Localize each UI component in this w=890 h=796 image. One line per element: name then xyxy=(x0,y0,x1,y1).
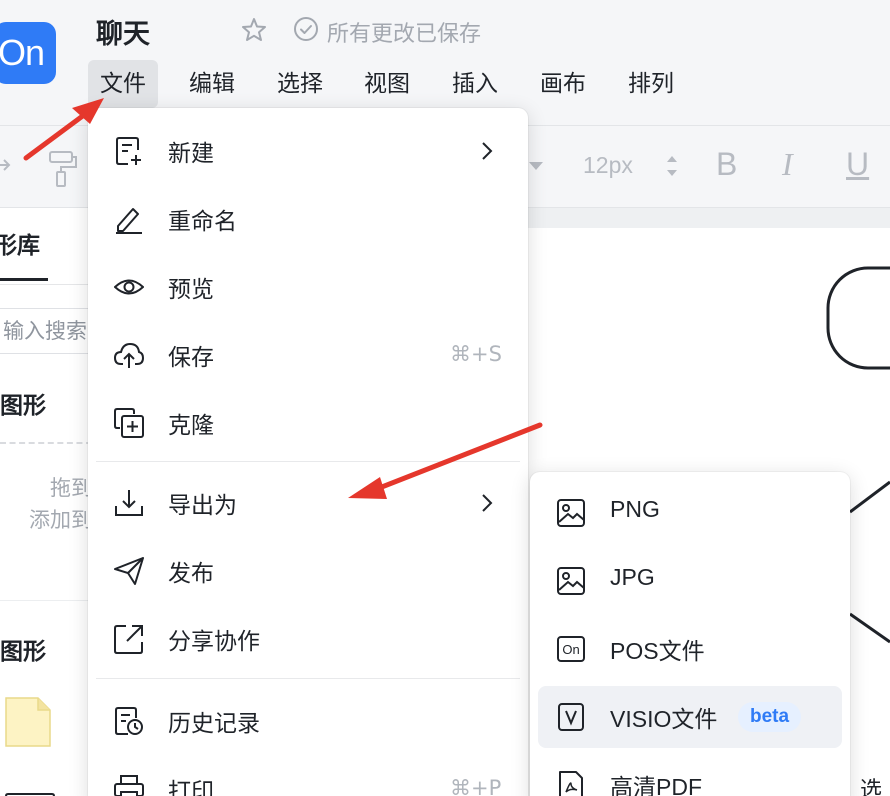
image-icon xyxy=(557,499,585,527)
font-size-stepper-icon[interactable] xyxy=(664,148,680,184)
menu-item-print[interactable]: 打印 ⌘+P xyxy=(88,758,528,796)
export-item-label: POS文件 xyxy=(610,638,705,664)
menu-item-label: 预览 xyxy=(168,277,214,303)
export-item-label: JPG xyxy=(610,564,655,590)
section-title-shapes-2[interactable]: 图形 xyxy=(0,632,46,666)
menu-item-label: 历史记录 xyxy=(168,711,260,737)
menu-tab-insert[interactable]: 插入 xyxy=(440,60,510,108)
menu-item-label: 新建 xyxy=(168,141,214,167)
menu-item-label: 分享协作 xyxy=(168,629,260,655)
divider xyxy=(0,284,92,285)
menu-item-preview[interactable]: 预览 xyxy=(88,256,528,316)
menu-item-save[interactable]: 保存 ⌘+S xyxy=(88,324,528,384)
menu-item-label: 发布 xyxy=(168,561,214,587)
tab-shape-library[interactable]: 形库 xyxy=(0,226,40,260)
star-icon[interactable] xyxy=(240,16,268,44)
send-icon xyxy=(114,557,144,585)
document-shape-icon[interactable] xyxy=(4,696,52,748)
visio-file-icon xyxy=(558,703,584,731)
shortcut-hint: ⌘+S xyxy=(450,342,502,366)
cloud-upload-icon xyxy=(114,342,144,368)
chevron-down-icon[interactable] xyxy=(528,160,544,172)
drop-hint-line2: 添加到 xyxy=(29,508,92,532)
italic-button[interactable]: I xyxy=(782,146,793,183)
shape-library-panel: 形库 输入搜索 图形 拖到 添加到 图形 xyxy=(0,208,100,796)
shape-search-input[interactable]: 输入搜索 xyxy=(0,308,100,354)
document-title[interactable]: 聊天 xyxy=(96,12,150,51)
menu-tab-view[interactable]: 视图 xyxy=(352,60,422,108)
bold-button[interactable]: B xyxy=(716,146,737,183)
export-item-pdf[interactable]: 高清PDF xyxy=(538,754,842,796)
printer-icon xyxy=(114,775,144,796)
menu-item-publish[interactable]: 发布 xyxy=(88,540,528,600)
menu-item-rename[interactable]: 重命名 xyxy=(88,188,528,248)
eye-icon xyxy=(114,279,144,295)
new-file-icon xyxy=(116,137,141,165)
pos-file-icon: On xyxy=(557,636,585,662)
shape-thumbnail[interactable] xyxy=(4,792,56,796)
chevron-right-icon xyxy=(482,142,493,160)
app-logo[interactable]: On xyxy=(0,22,56,84)
menu-item-new[interactable]: 新建 xyxy=(88,120,528,180)
export-item-jpg[interactable]: JPG xyxy=(538,550,842,612)
export-item-pos[interactable]: On POS文件 xyxy=(538,618,842,680)
export-submenu: PNG JPG On POS文件 VISIO文件 beta 高清PDF xyxy=(530,472,850,796)
drop-hint-line1: 拖到 xyxy=(50,476,92,500)
menu-item-label: 保存 xyxy=(168,345,214,371)
section-title-shapes[interactable]: 图形 xyxy=(0,386,46,420)
export-item-label: PNG xyxy=(610,496,660,522)
svg-text:On: On xyxy=(562,642,579,657)
share-icon xyxy=(114,625,143,654)
shortcut-hint: ⌘+P xyxy=(450,776,502,796)
export-item-label: 高清PDF xyxy=(610,774,702,796)
menu-item-label: 导出为 xyxy=(168,493,237,519)
dashed-divider xyxy=(0,442,92,444)
menu-item-label: 打印 xyxy=(168,779,214,796)
history-icon xyxy=(115,707,143,735)
menu-divider xyxy=(96,678,520,679)
format-painter-icon[interactable] xyxy=(46,148,80,188)
menu-tab-edit[interactable]: 编辑 xyxy=(177,60,247,108)
font-size-value[interactable]: 12px xyxy=(583,152,633,179)
export-item-label: VISIO文件 xyxy=(610,706,718,732)
clone-icon xyxy=(114,408,144,438)
file-menu-dropdown: 新建 重命名 预览 保存 ⌘+S 克隆 导出为 发布 分享协作 历史记录 打印 … xyxy=(88,108,528,796)
menu-tab-arrange[interactable]: 排列 xyxy=(616,60,686,108)
check-circle-icon xyxy=(294,17,318,41)
pdf-icon xyxy=(559,771,583,796)
divider xyxy=(0,600,92,601)
redo-icon[interactable] xyxy=(0,150,14,180)
active-tab-indicator xyxy=(0,278,48,281)
save-status: 所有更改已保存 xyxy=(327,22,482,47)
pencil-icon xyxy=(116,208,142,234)
menu-item-label: 重命名 xyxy=(168,209,237,235)
canvas-label-bottom[interactable]: 选 xyxy=(860,772,882,796)
drop-hint: 拖到 添加到 xyxy=(18,472,92,536)
underline-button[interactable]: U xyxy=(846,146,869,183)
chevron-right-icon xyxy=(482,494,493,512)
image-icon xyxy=(557,567,585,595)
download-icon xyxy=(115,490,143,516)
menu-item-label: 克隆 xyxy=(168,413,214,439)
menu-item-share[interactable]: 分享协作 xyxy=(88,608,528,668)
menu-tab-file[interactable]: 文件 xyxy=(88,60,158,108)
menu-item-history[interactable]: 历史记录 xyxy=(88,690,528,750)
menu-tab-select[interactable]: 选择 xyxy=(265,60,335,108)
menu-tab-canvas[interactable]: 画布 xyxy=(528,60,598,108)
menu-divider xyxy=(96,461,520,462)
menu-item-export[interactable]: 导出为 xyxy=(88,472,528,532)
export-item-png[interactable]: PNG xyxy=(538,482,842,544)
menu-item-clone[interactable]: 克隆 xyxy=(88,392,528,452)
beta-badge: beta xyxy=(738,702,802,732)
export-item-visio[interactable]: VISIO文件 beta xyxy=(538,686,842,748)
